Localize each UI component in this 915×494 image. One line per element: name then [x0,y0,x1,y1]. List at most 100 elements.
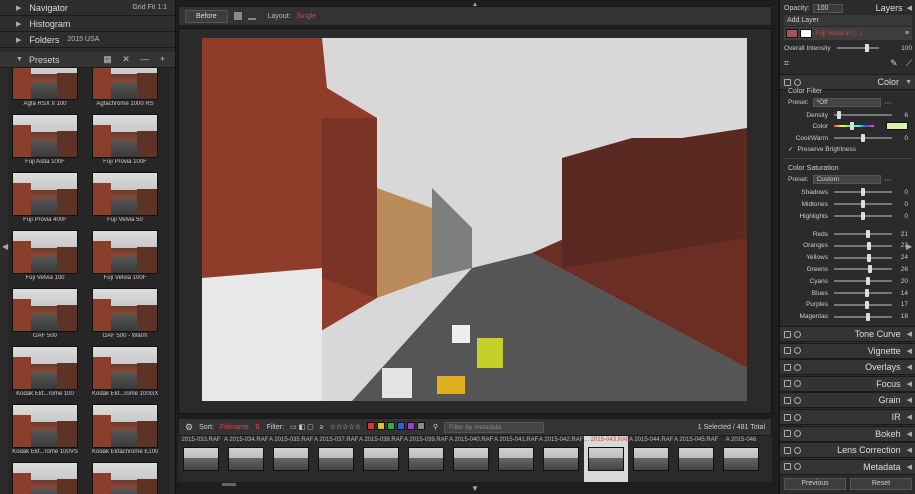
preset-item[interactable]: Agfa RSX II 100 [12,68,78,110]
reset-icon[interactable] [794,430,801,438]
reset-icon[interactable] [794,330,801,338]
toggle-icon[interactable] [784,78,791,86]
slider-track[interactable] [834,188,892,196]
cool-warm-slider-row[interactable]: Cool/Warm 0 [788,133,908,143]
preset-item[interactable]: Kodak Ekt...rome 100GX [92,346,158,400]
cool-warm-track[interactable] [834,134,892,142]
preset-item[interactable]: Fuji Provia 400F [12,172,78,226]
slider-track[interactable] [834,265,892,274]
brush-icon[interactable]: ✎ [890,58,898,69]
opacity-input[interactable]: 100 [812,3,843,13]
slider-knob[interactable] [864,44,869,52]
compare-icon[interactable] [233,12,242,20]
slider-track[interactable] [834,230,892,238]
histogram-header[interactable]: ▶ Histogram [0,16,175,32]
slider-knob[interactable] [864,289,869,297]
section-header-grain[interactable]: Grain ◀ [780,392,915,409]
toggle-icon[interactable] [784,347,791,355]
section-header-tone-curve[interactable]: Tone Curve ◀ [780,326,915,342]
slider-track[interactable] [834,289,892,297]
filmstrip-item[interactable]: A 2015-037.RAF [314,436,358,482]
toggle-icon[interactable] [784,430,791,438]
filmstrip-item[interactable]: ... 2015-043.RAF [584,436,630,482]
reset-icon[interactable] [794,463,801,471]
slider-track[interactable] [834,300,892,309]
preset-item[interactable]: Fuji Velvia 100 [12,230,78,284]
layer-menu-icon[interactable]: ≡ [905,30,909,37]
reset-icon[interactable] [794,413,801,421]
color-swatch[interactable] [886,122,908,130]
split-icon[interactable] [247,12,256,20]
preset-item[interactable]: Kodak Ekt...rome 100 [12,346,78,400]
filmstrip-item[interactable]: A 2015-044.RAF [629,436,673,482]
toggle-icon[interactable] [784,380,791,388]
layer-row[interactable]: Fuji Velvia 50 (...) ≡ [784,27,912,40]
filmstrip-item[interactable]: A 2015-041.RAF [494,436,538,482]
section-header-lens-correction[interactable]: Lens Correction ◀ [780,442,915,459]
preset-item[interactable]: Kodak Ektachrome E100S [92,404,158,458]
slider-track[interactable] [834,277,892,286]
previous-button[interactable]: Previous [784,478,846,490]
slider-knob[interactable] [861,212,865,220]
filmstrip-item[interactable]: A 2015-034.RAF [224,436,268,482]
slider-track[interactable] [834,212,892,220]
saturation-slider-row[interactable]: Blues 14 [788,288,908,298]
slider-track[interactable] [834,312,892,321]
crop-icon[interactable]: ⌗ [784,58,789,69]
saturation-slider-row[interactable]: Oranges 22 [788,241,908,251]
folders-header[interactable]: ▶ Folders 2015 USA [0,32,175,48]
toggle-icon[interactable] [784,446,791,454]
preset-item[interactable]: Agfachrome 1000 RS [92,68,158,110]
hue-knob[interactable] [850,122,854,130]
saturation-slider-row[interactable]: Magentas 18 [788,312,908,322]
color-label-swatch[interactable] [417,422,426,430]
reset-icon[interactable] [794,78,801,86]
preset-item[interactable]: GAF 500 [12,288,78,342]
navigator-zoom-options[interactable]: Grid Fit 1:1 [132,4,167,11]
color-label-swatch[interactable] [367,422,376,430]
reset-button[interactable]: Reset [850,478,912,490]
gear-icon[interactable]: ⚙ [185,422,193,433]
saturation-preset-select[interactable]: Custom [812,175,881,184]
slider-track[interactable] [834,200,892,208]
saturation-slider-row[interactable]: Midtones 0 [788,199,908,209]
preset-item[interactable]: Kodak Ektac...0Gx (blue) [92,462,158,494]
filmstrip-scrollbar[interactable] [222,483,236,486]
saturation-slider-row[interactable]: Greens 26 [788,264,908,274]
density-knob[interactable] [837,111,841,119]
flag-filter-icons[interactable]: ▭ ◧ ▢ [290,423,314,431]
section-header-vignette[interactable]: Vignette ◀ [780,342,915,359]
collapse-left-icon[interactable]: ◀ [2,242,8,251]
slider-knob[interactable] [867,253,871,262]
overall-intensity-slider[interactable] [836,44,879,52]
saturation-slider-row[interactable]: Purples 17 [788,300,908,310]
reset-icon[interactable] [794,347,801,355]
color-label-swatch[interactable] [407,422,416,430]
color-filter-preset-select[interactable]: *Off [812,98,881,107]
density-track[interactable] [834,111,892,119]
main-photo[interactable] [202,38,747,401]
preset-view-icons[interactable]: ▦ ✕ — + [103,54,169,65]
sort-select[interactable]: Filename [220,424,249,431]
filmstrip-item[interactable]: A 2015-039.RAF [404,436,448,482]
reset-icon[interactable] [794,363,801,371]
preset-options-icon[interactable]: ⋯ [885,176,892,184]
preset-item[interactable]: Fuji Velvia 100F [92,230,158,284]
toggle-icon[interactable] [784,396,791,404]
section-header-overlays[interactable]: Overlays ◀ [780,359,915,376]
layers-collapse-icon[interactable]: ◀ [907,4,912,12]
color-slider-row[interactable]: Color [788,121,908,131]
slider-knob[interactable] [866,230,871,238]
hue-track[interactable] [834,122,874,130]
toggle-icon[interactable] [784,363,791,371]
section-header-bokeh[interactable]: Bokeh ◀ [780,425,915,442]
navigator-header[interactable]: ▶ Navigator Grid Fit 1:1 [0,0,175,16]
toggle-icon[interactable] [784,463,791,471]
section-header-metadata[interactable]: Metadata ◀ [780,458,915,475]
slider-knob[interactable] [866,241,871,250]
filmstrip-item[interactable]: A 2015-040.RAF [449,436,493,482]
reset-icon[interactable] [794,380,801,388]
collapse-right-icon[interactable]: ▶ [906,242,912,251]
color-label-filters[interactable] [367,422,427,432]
saturation-slider-row[interactable]: Highlights 0 [788,211,908,221]
